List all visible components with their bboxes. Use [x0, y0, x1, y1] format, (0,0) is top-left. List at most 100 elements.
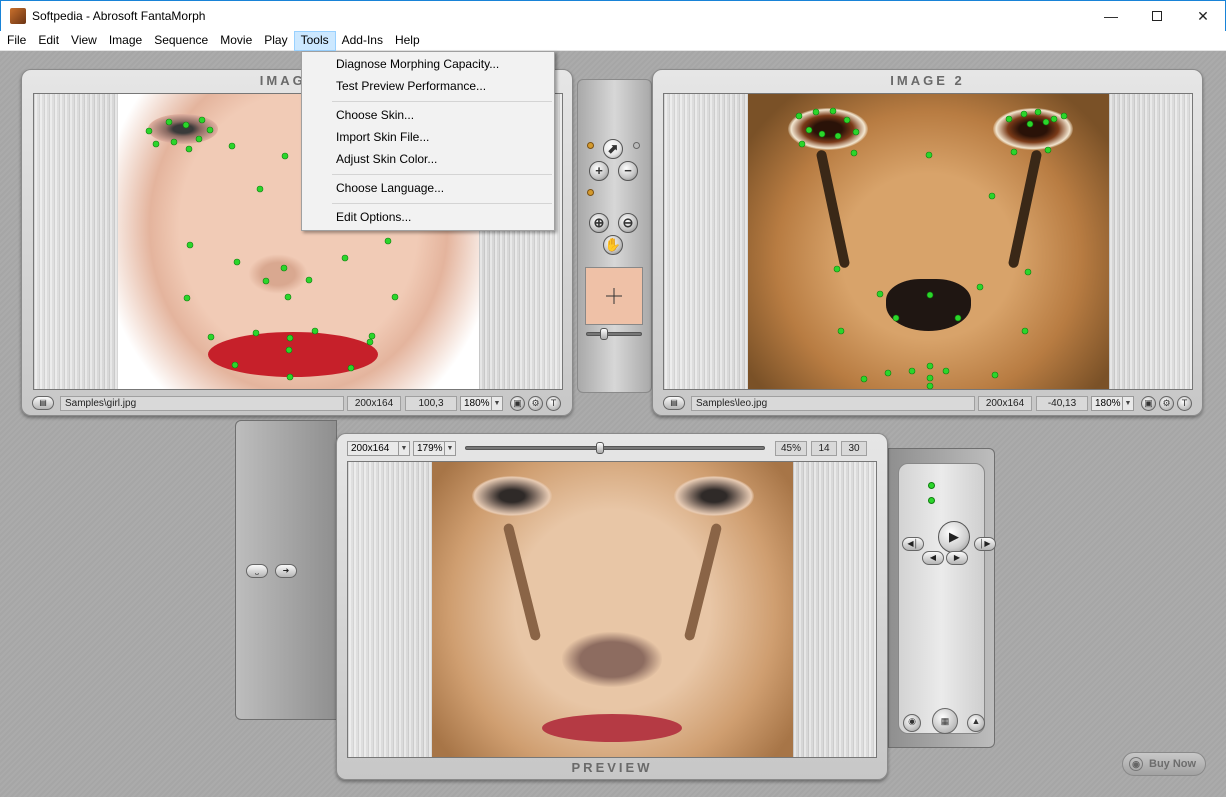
- preview-zoom-select[interactable]: 179% ▼: [413, 441, 456, 456]
- preview-viewport[interactable]: [347, 461, 877, 758]
- preview-percent-field: 45%: [775, 441, 807, 456]
- prev-frame-button[interactable]: ◀: [922, 551, 944, 565]
- image1-file-field: Samples\girl.jpg: [60, 396, 344, 411]
- mini-tool-icon[interactable]: [587, 189, 594, 196]
- mini-tool-icon[interactable]: [587, 142, 594, 149]
- maximize-icon: [1152, 11, 1162, 21]
- preview-size-select[interactable]: 200x164 ▼: [347, 441, 410, 456]
- morph-timeline-slider[interactable]: [465, 446, 765, 450]
- select-tool-button[interactable]: ⬈: [603, 139, 623, 159]
- preview-panel: 200x164 ▼ 179% ▼ 45% 14 30 PREVIEW: [336, 433, 888, 780]
- bounce-indicator[interactable]: [928, 497, 935, 504]
- crosshair-icon: [606, 288, 622, 304]
- add-point-button[interactable]: +: [589, 161, 609, 181]
- image2-feature-points[interactable]: [664, 94, 1194, 391]
- menu-help[interactable]: Help: [389, 31, 426, 51]
- menu-separator: [332, 101, 552, 102]
- image2-zoom-select[interactable]: 180% ▼: [1091, 396, 1134, 411]
- maximize-button[interactable]: [1134, 1, 1180, 31]
- morph-lips: [542, 714, 682, 742]
- pan-tool-button[interactable]: ✋: [603, 235, 623, 255]
- zoom-out-icon: ⊖: [622, 215, 634, 230]
- menu-item-adjust-skin-color[interactable]: Adjust Skin Color...: [336, 152, 437, 166]
- image2-fit-button[interactable]: ▣: [1141, 396, 1156, 411]
- camera-icon: ◉: [908, 716, 916, 726]
- menu-item-import-skin[interactable]: Import Skin File...: [336, 130, 429, 144]
- play-icon: ▶: [949, 529, 959, 544]
- zoom-in-button[interactable]: ⊕: [589, 213, 609, 233]
- tools-menu-dropdown: Diagnose Morphing Capacity... Test Previ…: [301, 51, 555, 231]
- image1-coord-field: 100,3: [405, 396, 457, 411]
- close-button[interactable]: ✕: [1180, 1, 1226, 31]
- menu-sequence[interactable]: Sequence: [148, 31, 214, 51]
- export-left-button[interactable]: ⎵: [246, 564, 268, 578]
- title-bar: Softpedia - Abrosoft FantaMorph — ✕: [0, 0, 1226, 31]
- image2-panel: IMAGE 2 ▤ Samples\leo.jpg 200x164 -40,13…: [652, 69, 1203, 416]
- menu-edit[interactable]: Edit: [32, 31, 65, 51]
- mini-tool-icon[interactable]: [633, 142, 640, 149]
- menu-separator: [332, 203, 552, 204]
- menu-item-choose-language[interactable]: Choose Language...: [336, 181, 444, 195]
- next-frame-button[interactable]: ▶: [946, 551, 968, 565]
- preview-controls: ▶ ◀│ │▶ ◀ ▶ ◉ ▦ ▲: [888, 448, 996, 748]
- image1-adjust-button[interactable]: ⚙: [528, 396, 543, 411]
- morph-timeline-knob[interactable]: [596, 442, 604, 454]
- last-frame-button[interactable]: │▶: [974, 537, 996, 551]
- arrow-right-icon: ➜: [282, 566, 290, 575]
- film-icon: ▦: [940, 716, 950, 726]
- image2-text-button[interactable]: T: [1177, 396, 1192, 411]
- swatch-slider[interactable]: [586, 332, 642, 336]
- fit-icon: ▣: [1144, 398, 1153, 408]
- menu-item-diagnose-morphing[interactable]: Diagnose Morphing Capacity...: [336, 57, 499, 71]
- image1-open-button[interactable]: ▤: [32, 396, 54, 410]
- playback-panel: ▶ ◀│ │▶ ◀ ▶ ◉ ▦ ▲: [898, 463, 996, 734]
- text-icon: T: [550, 398, 557, 408]
- image1-zoom-select[interactable]: 180% ▼: [460, 396, 503, 411]
- publish-button[interactable]: ▲: [967, 714, 985, 732]
- loop-indicator[interactable]: [928, 482, 935, 489]
- remove-point-button[interactable]: −: [618, 161, 638, 181]
- upload-icon: ▲: [971, 716, 981, 726]
- menu-add-ins[interactable]: Add-Ins: [336, 31, 389, 51]
- morph-right-eye: [674, 476, 754, 516]
- skip-back-icon: ◀│: [907, 539, 919, 548]
- image1-fit-button[interactable]: ▣: [510, 396, 525, 411]
- menu-file[interactable]: File: [1, 31, 32, 51]
- chevron-down-icon: ▼: [444, 442, 455, 455]
- snapshot-button[interactable]: ◉: [903, 714, 921, 732]
- menu-separator: [332, 174, 552, 175]
- image1-size-field: 200x164: [347, 396, 401, 411]
- image1-text-button[interactable]: T: [546, 396, 561, 411]
- menu-movie[interactable]: Movie: [214, 31, 258, 51]
- swatch-slider-knob[interactable]: [600, 328, 608, 340]
- first-frame-button[interactable]: ◀│: [902, 537, 924, 551]
- play-button[interactable]: ▶: [938, 521, 970, 553]
- preview-zoom-value: 179%: [417, 443, 443, 454]
- export-movie-button[interactable]: ▦: [932, 708, 958, 734]
- image2-viewport[interactable]: [663, 93, 1193, 390]
- image2-adjust-button[interactable]: ⚙: [1159, 396, 1174, 411]
- hand-icon: ✋: [604, 237, 622, 252]
- morph-nose: [562, 632, 662, 687]
- menu-image[interactable]: Image: [103, 31, 148, 51]
- menu-item-choose-skin[interactable]: Choose Skin...: [336, 108, 414, 122]
- color-swatch[interactable]: [585, 267, 643, 325]
- preview-size-value: 200x164: [351, 443, 390, 454]
- preview-left-wing: ⎵ ➜: [235, 420, 337, 720]
- menu-view[interactable]: View: [65, 31, 103, 51]
- image2-open-button[interactable]: ▤: [663, 396, 685, 410]
- close-icon: ✕: [1197, 7, 1209, 24]
- zoom-out-button[interactable]: ⊖: [618, 213, 638, 233]
- menu-item-test-preview[interactable]: Test Preview Performance...: [336, 79, 486, 93]
- menu-item-edit-options[interactable]: Edit Options...: [336, 210, 411, 224]
- morph-left-eye: [472, 476, 552, 516]
- menu-tools[interactable]: Tools: [293, 31, 336, 51]
- gear-icon: ⚙: [1162, 398, 1171, 408]
- menu-play[interactable]: Play: [258, 31, 293, 51]
- next-arrow-button[interactable]: ➜: [275, 564, 297, 578]
- window-title: Softpedia - Abrosoft FantaMorph: [32, 9, 206, 23]
- export-icon: ⎵: [255, 566, 259, 575]
- minimize-icon: —: [1104, 8, 1118, 24]
- minimize-button[interactable]: —: [1088, 1, 1134, 31]
- buy-now-button[interactable]: ◉ Buy Now: [1122, 752, 1206, 776]
